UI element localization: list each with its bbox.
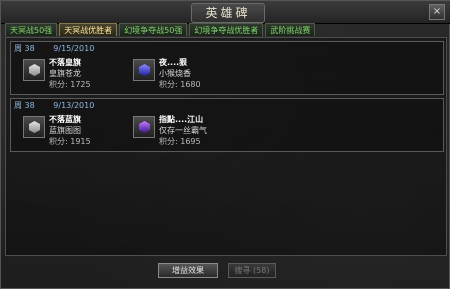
silver-emblem-icon	[23, 59, 45, 81]
entry-header: 周 38 9/13/2010	[14, 101, 94, 111]
silver-emblem-icon	[23, 116, 45, 138]
window-title: 英雄碑	[191, 3, 265, 23]
list-item: 周 38 9/15/2010 不落皇旗 皇旗苍龙 积分: 1725 夜....狠…	[10, 41, 444, 95]
title-bar: 英雄碑 ×	[1, 1, 450, 24]
winner-name: 指點....江山	[159, 115, 204, 124]
winner-name: 不落蓝旗	[49, 115, 81, 124]
winner-guild: 小猴烧香	[159, 69, 191, 78]
tab-illusion-war-winners[interactable]: 幻境争夺战优胜者	[189, 23, 264, 36]
winner-guild: 皇旗苍龙	[49, 69, 81, 78]
winner-guild: 蓝旗图图	[49, 126, 81, 135]
winner-score: 积分: 1695	[159, 137, 201, 146]
winner-score: 积分: 1915	[49, 137, 91, 146]
winner-name: 不落皇旗	[49, 58, 81, 67]
date-label: 9/15/2010	[53, 44, 95, 53]
purple-emblem-icon	[133, 116, 155, 138]
search-button[interactable]: 搜寻 (58)	[228, 263, 276, 278]
bonus-effect-button[interactable]: 增益效果	[158, 263, 218, 278]
winner-name: 夜....狠	[159, 58, 188, 67]
tab-martial-challenge[interactable]: 武阶挑战赛	[265, 23, 316, 36]
week-label: 周 38	[14, 101, 35, 110]
date-label: 9/13/2010	[53, 101, 95, 110]
winner-card[interactable]: 不落蓝旗 蓝旗图图 积分: 1915	[19, 113, 124, 149]
winner-guild: 仅存一丝霸气	[159, 126, 207, 135]
close-icon[interactable]: ×	[429, 4, 445, 20]
winner-card[interactable]: 指點....江山 仅存一丝霸气 积分: 1695	[129, 113, 234, 149]
tab-heaven-war-top50[interactable]: 天冥战50强	[5, 23, 58, 36]
tab-illusion-war-top50[interactable]: 幻境争夺战50强	[119, 23, 188, 36]
tab-heaven-war-winners[interactable]: 天冥战优胜者	[59, 23, 118, 36]
winner-score: 积分: 1725	[49, 80, 91, 89]
week-label: 周 38	[14, 44, 35, 53]
winners-panel: 周 38 9/15/2010 不落皇旗 皇旗苍龙 积分: 1725 夜....狠…	[5, 37, 447, 256]
blue-emblem-icon	[133, 59, 155, 81]
tab-bar: 天冥战50强 天冥战优胜者 幻境争夺战50强 幻境争夺战优胜者 武阶挑战赛	[5, 23, 316, 37]
winner-card[interactable]: 夜....狠 小猴烧香 积分: 1680	[129, 56, 234, 92]
list-item: 周 38 9/13/2010 不落蓝旗 蓝旗图图 积分: 1915 指點....…	[10, 98, 444, 152]
winner-card[interactable]: 不落皇旗 皇旗苍龙 积分: 1725	[19, 56, 124, 92]
hero-monument-window: 英雄碑 × 天冥战50强 天冥战优胜者 幻境争夺战50强 幻境争夺战优胜者 武阶…	[0, 0, 450, 289]
winner-score: 积分: 1680	[159, 80, 201, 89]
entry-header: 周 38 9/15/2010	[14, 44, 94, 54]
